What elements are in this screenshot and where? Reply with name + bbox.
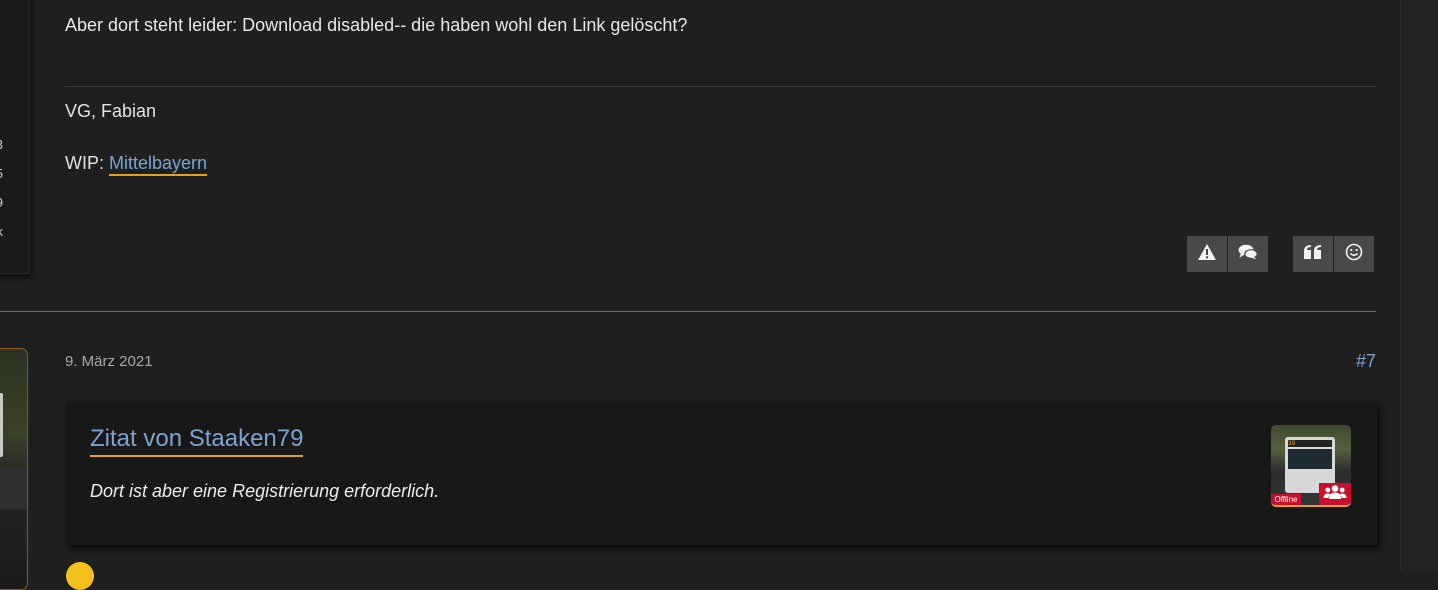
user-stat: 9	[0, 195, 3, 210]
user-info-panel: 3 5 9 k	[0, 0, 30, 274]
quote-icon	[1304, 244, 1322, 264]
offline-status-badge: Offline	[1271, 494, 1301, 505]
signature-wip: WIP: Mittelbayern	[65, 153, 208, 176]
report-button[interactable]	[1187, 236, 1227, 272]
warning-icon	[1198, 243, 1216, 265]
post-date[interactable]: 9. März 2021	[65, 353, 153, 370]
post-separator	[0, 311, 1376, 312]
emoji-icon	[66, 562, 94, 590]
post-permalink[interactable]: #7	[1356, 351, 1376, 372]
quote-text: Dort ist aber eine Registrierung erforde…	[90, 481, 440, 501]
user-stat: k	[0, 224, 3, 239]
signature-greeting: VG, Fabian	[65, 101, 157, 121]
quote-block: Zitat von Staaken79 Dort ist aber eine R…	[66, 401, 1377, 545]
post-moderation-actions	[1187, 236, 1268, 272]
reaction-button[interactable]	[1334, 236, 1374, 272]
post-interaction-actions	[1293, 236, 1374, 272]
signature-divider	[65, 86, 1376, 87]
comments-icon	[1238, 244, 1258, 265]
users-group-icon	[1323, 484, 1347, 505]
wip-link[interactable]: Mittelbayern	[109, 153, 208, 176]
quote-source-link[interactable]: Zitat von Staaken79	[90, 425, 304, 457]
bus-windshield	[1288, 449, 1332, 469]
avatar-bus-image	[0, 393, 3, 457]
right-scroll-gutter	[1400, 0, 1438, 571]
avatar-road-image	[0, 469, 27, 509]
post-body: Aber dort steht leider: Download disable…	[65, 15, 688, 35]
conversation-button[interactable]	[1228, 236, 1268, 272]
bus-destination-sign: 39	[1288, 440, 1332, 447]
user-stat: 5	[0, 166, 3, 181]
quoted-user-avatar[interactable]: 39 Offline	[1271, 425, 1351, 507]
wip-label: WIP:	[65, 153, 104, 173]
author-avatar[interactable]	[0, 348, 28, 590]
smiley-icon	[1345, 243, 1363, 266]
quote-button[interactable]	[1293, 236, 1333, 272]
group-badge	[1319, 483, 1351, 505]
user-stat: 3	[0, 137, 3, 152]
